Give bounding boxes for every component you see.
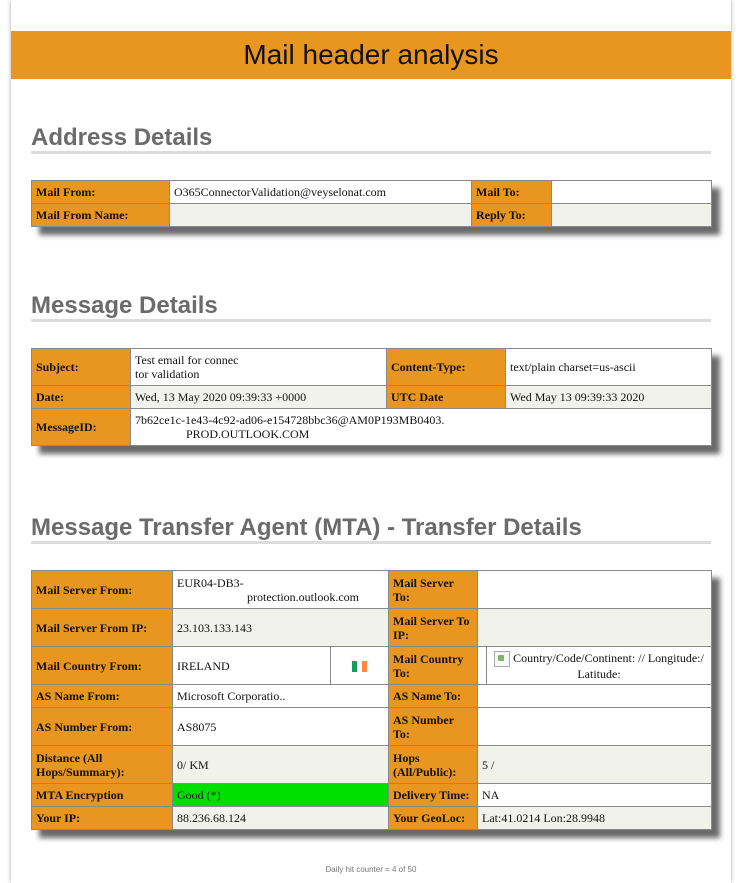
mail-to-label: Mail To: xyxy=(471,180,552,204)
table-row: AS Number From: AS8075 AS Number To: xyxy=(31,707,713,746)
table-row: Distance (All Hops/Summary): 0/ KM Hops … xyxy=(31,745,713,784)
page-container: Mail header analysis Address Details Mai… xyxy=(11,0,731,883)
subject-label: Subject: xyxy=(31,348,131,386)
hops-label: Hops (All/Public): xyxy=(388,745,479,784)
mail-server-from-label: Mail Server From: xyxy=(31,570,173,609)
page-banner: Mail header analysis xyxy=(11,31,731,79)
message-id-line: 7b62ce1c-1e43-4c92-ad06-e154728bbc36@AM0… xyxy=(135,413,445,427)
broken-image-icon xyxy=(494,650,511,667)
address-details-heading: Address Details xyxy=(31,124,213,151)
message-id-label: MessageID: xyxy=(31,408,131,446)
reply-to-label: Reply To: xyxy=(471,203,552,227)
page-title: Mail header analysis xyxy=(243,39,499,70)
table-row: Your IP: 88.236.68.124 Your GeoLoc: Lat:… xyxy=(31,806,713,830)
table-row: AS Name From: Microsoft Corporatio.. AS … xyxy=(31,684,713,708)
subject-value: Test email for connec tor validation xyxy=(130,348,387,386)
mta-details-heading: Message Transfer Agent (MTA) - Transfer … xyxy=(31,514,582,541)
date-label: Date: xyxy=(31,385,131,409)
mta-encryption-label: MTA Encryption xyxy=(31,783,173,807)
mail-to-value xyxy=(551,180,712,204)
mail-country-to-label: Mail Country To: xyxy=(388,646,479,685)
mail-country-to-value: Country/Code/Continent: // Longitude:/ L… xyxy=(486,646,713,685)
mail-from-label: Mail From: xyxy=(31,180,170,204)
country-to-spacer xyxy=(477,646,488,685)
as-number-from-label: AS Number From: xyxy=(31,707,173,746)
utc-date-label: UTC Date xyxy=(386,385,506,409)
mail-from-name-label: Mail From Name: xyxy=(31,203,170,227)
section-divider xyxy=(31,151,711,154)
country-to-text: Country/Code/Continent: // Longitude:/ L… xyxy=(513,650,704,681)
table-row: MessageID: 7b62ce1c-1e43-4c92-ad06-e1547… xyxy=(31,408,712,446)
mta-encryption-value: Good (*) xyxy=(171,783,390,807)
message-id-line: PROD.OUTLOOK.COM xyxy=(186,427,310,441)
ireland-flag-icon xyxy=(352,661,367,673)
subject-line: tor validation xyxy=(135,367,200,381)
message-details-table: Subject: Test email for connec tor valid… xyxy=(31,348,712,446)
message-details-heading: Message Details xyxy=(31,292,218,319)
mail-country-from-label: Mail Country From: xyxy=(31,646,173,685)
as-name-to-value xyxy=(477,684,713,708)
delivery-time-value: NA xyxy=(477,783,713,807)
your-ip-label: Your IP: xyxy=(31,806,173,830)
table-row: Subject: Test email for connec tor valid… xyxy=(31,348,712,386)
your-ip-value: 88.236.68.124 xyxy=(171,806,390,830)
reply-to-value xyxy=(551,203,712,227)
server-from-line: EUR04-DB3- xyxy=(177,575,244,590)
address-details-table: Mail From: O365ConnectorValidation@veyse… xyxy=(31,180,712,227)
content-type-label: Content-Type: xyxy=(386,348,506,386)
your-geoloc-label: Your GeoLoc: xyxy=(388,806,479,830)
as-number-to-label: AS Number To: xyxy=(388,707,479,746)
as-name-from-value: Microsoft Corporatio.. xyxy=(171,684,390,708)
message-id-value: 7b62ce1c-1e43-4c92-ad06-e154728bbc36@AM0… xyxy=(130,408,712,446)
mail-server-from-value: EUR04-DB3- protection.outlook.com xyxy=(171,570,390,609)
delivery-time-label: Delivery Time: xyxy=(388,783,479,807)
table-row: Mail Country From: IRELAND Mail Country … xyxy=(31,646,713,685)
distance-label: Distance (All Hops/Summary): xyxy=(31,745,173,784)
subject-line: Test email for connec xyxy=(135,353,239,367)
hops-value: 5 / xyxy=(477,745,713,784)
mail-from-name-value xyxy=(169,203,472,227)
utc-date-value: Wed May 13 09:39:33 2020 xyxy=(505,385,712,409)
table-row: MTA Encryption Good (*) Delivery Time: N… xyxy=(31,783,713,807)
mail-country-from-value: IRELAND xyxy=(172,646,331,685)
mail-server-from-ip-value: 23.103.133.143 xyxy=(171,608,390,647)
mail-server-from-ip-label: Mail Server From IP: xyxy=(31,608,173,647)
table-row: Mail From Name: Reply To: xyxy=(31,203,712,227)
as-name-to-label: AS Name To: xyxy=(388,684,479,708)
section-divider xyxy=(31,319,711,322)
mail-server-to-ip-value xyxy=(477,608,713,647)
date-value: Wed, 13 May 2020 09:39:33 +0000 xyxy=(130,385,387,409)
server-from-line: protection.outlook.com xyxy=(247,589,359,604)
mail-server-to-ip-label: Mail Server To IP: xyxy=(388,608,479,647)
mail-from-value: O365ConnectorValidation@veyselonat.com xyxy=(169,180,472,204)
section-divider xyxy=(31,541,711,544)
content-type-value: text/plain charset=us-ascii xyxy=(505,348,712,386)
as-number-to-value xyxy=(477,707,713,746)
mail-server-to-label: Mail Server To: xyxy=(388,570,479,609)
table-row: Mail From: O365ConnectorValidation@veyse… xyxy=(31,180,712,204)
as-name-from-label: AS Name From: xyxy=(31,684,173,708)
mta-details-table: Mail Server From: EUR04-DB3- protection.… xyxy=(31,570,713,830)
as-number-from-value: AS8075 xyxy=(171,707,390,746)
your-geoloc-value: Lat:41.0214 Lon:28.9948 xyxy=(477,806,713,830)
hit-counter: Daily hit counter = 4 of 50 xyxy=(325,865,417,874)
mail-server-to-value xyxy=(477,570,713,609)
table-row: Mail Server From IP: 23.103.133.143 Mail… xyxy=(31,608,713,647)
table-row: Mail Server From: EUR04-DB3- protection.… xyxy=(31,570,713,609)
table-row: Date: Wed, 13 May 2020 09:39:33 +0000 UT… xyxy=(31,385,712,409)
distance-value: 0/ KM xyxy=(171,745,390,784)
country-flag-cell xyxy=(329,646,390,685)
